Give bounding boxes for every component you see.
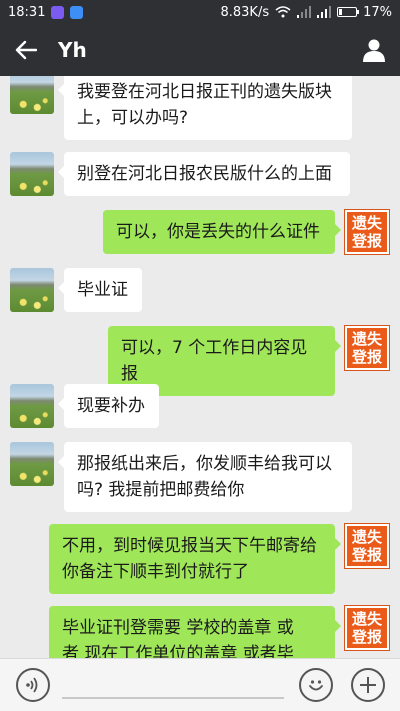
message-text: 毕业证刊登需要 学校的盖章 或 bbox=[62, 618, 294, 638]
badge-text: 登报 bbox=[351, 628, 382, 646]
message-text: 上，可以办吗? bbox=[77, 108, 189, 128]
avatar[interactable] bbox=[10, 268, 54, 312]
status-bar: 18:31 8.83K/s 17% bbox=[0, 0, 400, 24]
app-notification-icon bbox=[70, 5, 84, 19]
chat-header: Yh bbox=[0, 24, 400, 76]
more-button[interactable] bbox=[351, 668, 385, 702]
badge-text: 遗失 bbox=[351, 610, 382, 628]
lost-notice-avatar[interactable]: 遗失 登报 bbox=[344, 325, 390, 371]
message-text: 你备注下顺丰到付就行了 bbox=[62, 562, 249, 582]
wifi-icon bbox=[275, 6, 291, 18]
message-bubble[interactable]: 不用，到时候见报当天下午邮寄给 你备注下顺丰到付就行了 bbox=[49, 524, 341, 594]
message-text: 别登在河北日报农民版什么的上面 bbox=[77, 164, 332, 184]
message-text: 可以，7 个工作日内容见报 bbox=[121, 338, 308, 384]
message-bubble[interactable]: 我要登在河北日报正刊的遗失版块 上，可以办吗? bbox=[58, 76, 352, 140]
avatar[interactable] bbox=[10, 384, 54, 428]
arrow-left-icon bbox=[15, 40, 37, 60]
message-text: 现要补办 bbox=[77, 396, 145, 416]
lost-notice-avatar[interactable]: 遗失 登报 bbox=[344, 209, 390, 255]
badge-text: 登报 bbox=[351, 546, 382, 564]
chat-info-button[interactable] bbox=[348, 24, 400, 76]
avatar[interactable] bbox=[10, 442, 54, 486]
avatar[interactable] bbox=[10, 76, 54, 114]
message-text: 我要登在河北日报正刊的遗失版块 bbox=[77, 82, 332, 102]
clock: 18:31 bbox=[8, 4, 46, 20]
emoji-icon bbox=[309, 680, 323, 691]
message-text: 那报纸出来后，你发顺丰给我可以 bbox=[77, 454, 332, 474]
message-text: 吗? 我提前把邮费给你 bbox=[77, 480, 245, 500]
voice-button[interactable] bbox=[16, 668, 50, 702]
avatar[interactable] bbox=[10, 152, 54, 196]
message-list[interactable]: 我要登在河北日报正刊的遗失版块 上，可以办吗? 别登在河北日报农民版什么的上面 … bbox=[0, 76, 400, 658]
plus-icon bbox=[360, 677, 376, 693]
battery-level: 17% bbox=[363, 4, 392, 20]
message-text: 毕业证 bbox=[77, 280, 128, 300]
message-bubble[interactable]: 现要补办 bbox=[58, 384, 159, 428]
message-bubble[interactable]: 别登在河北日报农民版什么的上面 bbox=[58, 152, 350, 196]
person-icon bbox=[363, 39, 385, 62]
app-notification-icon bbox=[51, 5, 65, 19]
message-input[interactable] bbox=[62, 697, 284, 699]
message-bubble[interactable]: 毕业证 bbox=[58, 268, 142, 312]
chat-title: Yh bbox=[58, 38, 87, 62]
badge-text: 遗失 bbox=[351, 214, 382, 232]
message-text: 不用，到时候见报当天下午邮寄给 bbox=[62, 536, 317, 556]
badge-text: 遗失 bbox=[351, 528, 382, 546]
message-bubble[interactable]: 毕业证刊登需要 学校的盖章 或 者 现在工作单位的盖章 或者毕 bbox=[49, 606, 341, 658]
badge-text: 登报 bbox=[351, 348, 382, 366]
signal-icon bbox=[297, 6, 312, 18]
message-bubble[interactable]: 可以，你是丢失的什么证件 bbox=[103, 210, 341, 254]
battery-icon bbox=[337, 7, 360, 17]
back-button[interactable] bbox=[0, 24, 52, 76]
message-text: 可以，你是丢失的什么证件 bbox=[116, 222, 320, 242]
signal-icon bbox=[317, 6, 332, 18]
message-text: 者 现在工作单位的盖章 或者毕 bbox=[62, 644, 294, 658]
input-bar bbox=[0, 658, 400, 711]
network-speed: 8.83K/s bbox=[220, 4, 270, 20]
lost-notice-avatar[interactable]: 遗失 登报 bbox=[344, 523, 390, 569]
emoji-button[interactable] bbox=[299, 668, 333, 702]
lost-notice-avatar[interactable]: 遗失 登报 bbox=[344, 605, 390, 651]
message-bubble[interactable]: 那报纸出来后，你发顺丰给我可以 吗? 我提前把邮费给你 bbox=[58, 442, 352, 512]
badge-text: 登报 bbox=[351, 232, 382, 250]
badge-text: 遗失 bbox=[351, 330, 382, 348]
voice-icon bbox=[26, 677, 38, 693]
